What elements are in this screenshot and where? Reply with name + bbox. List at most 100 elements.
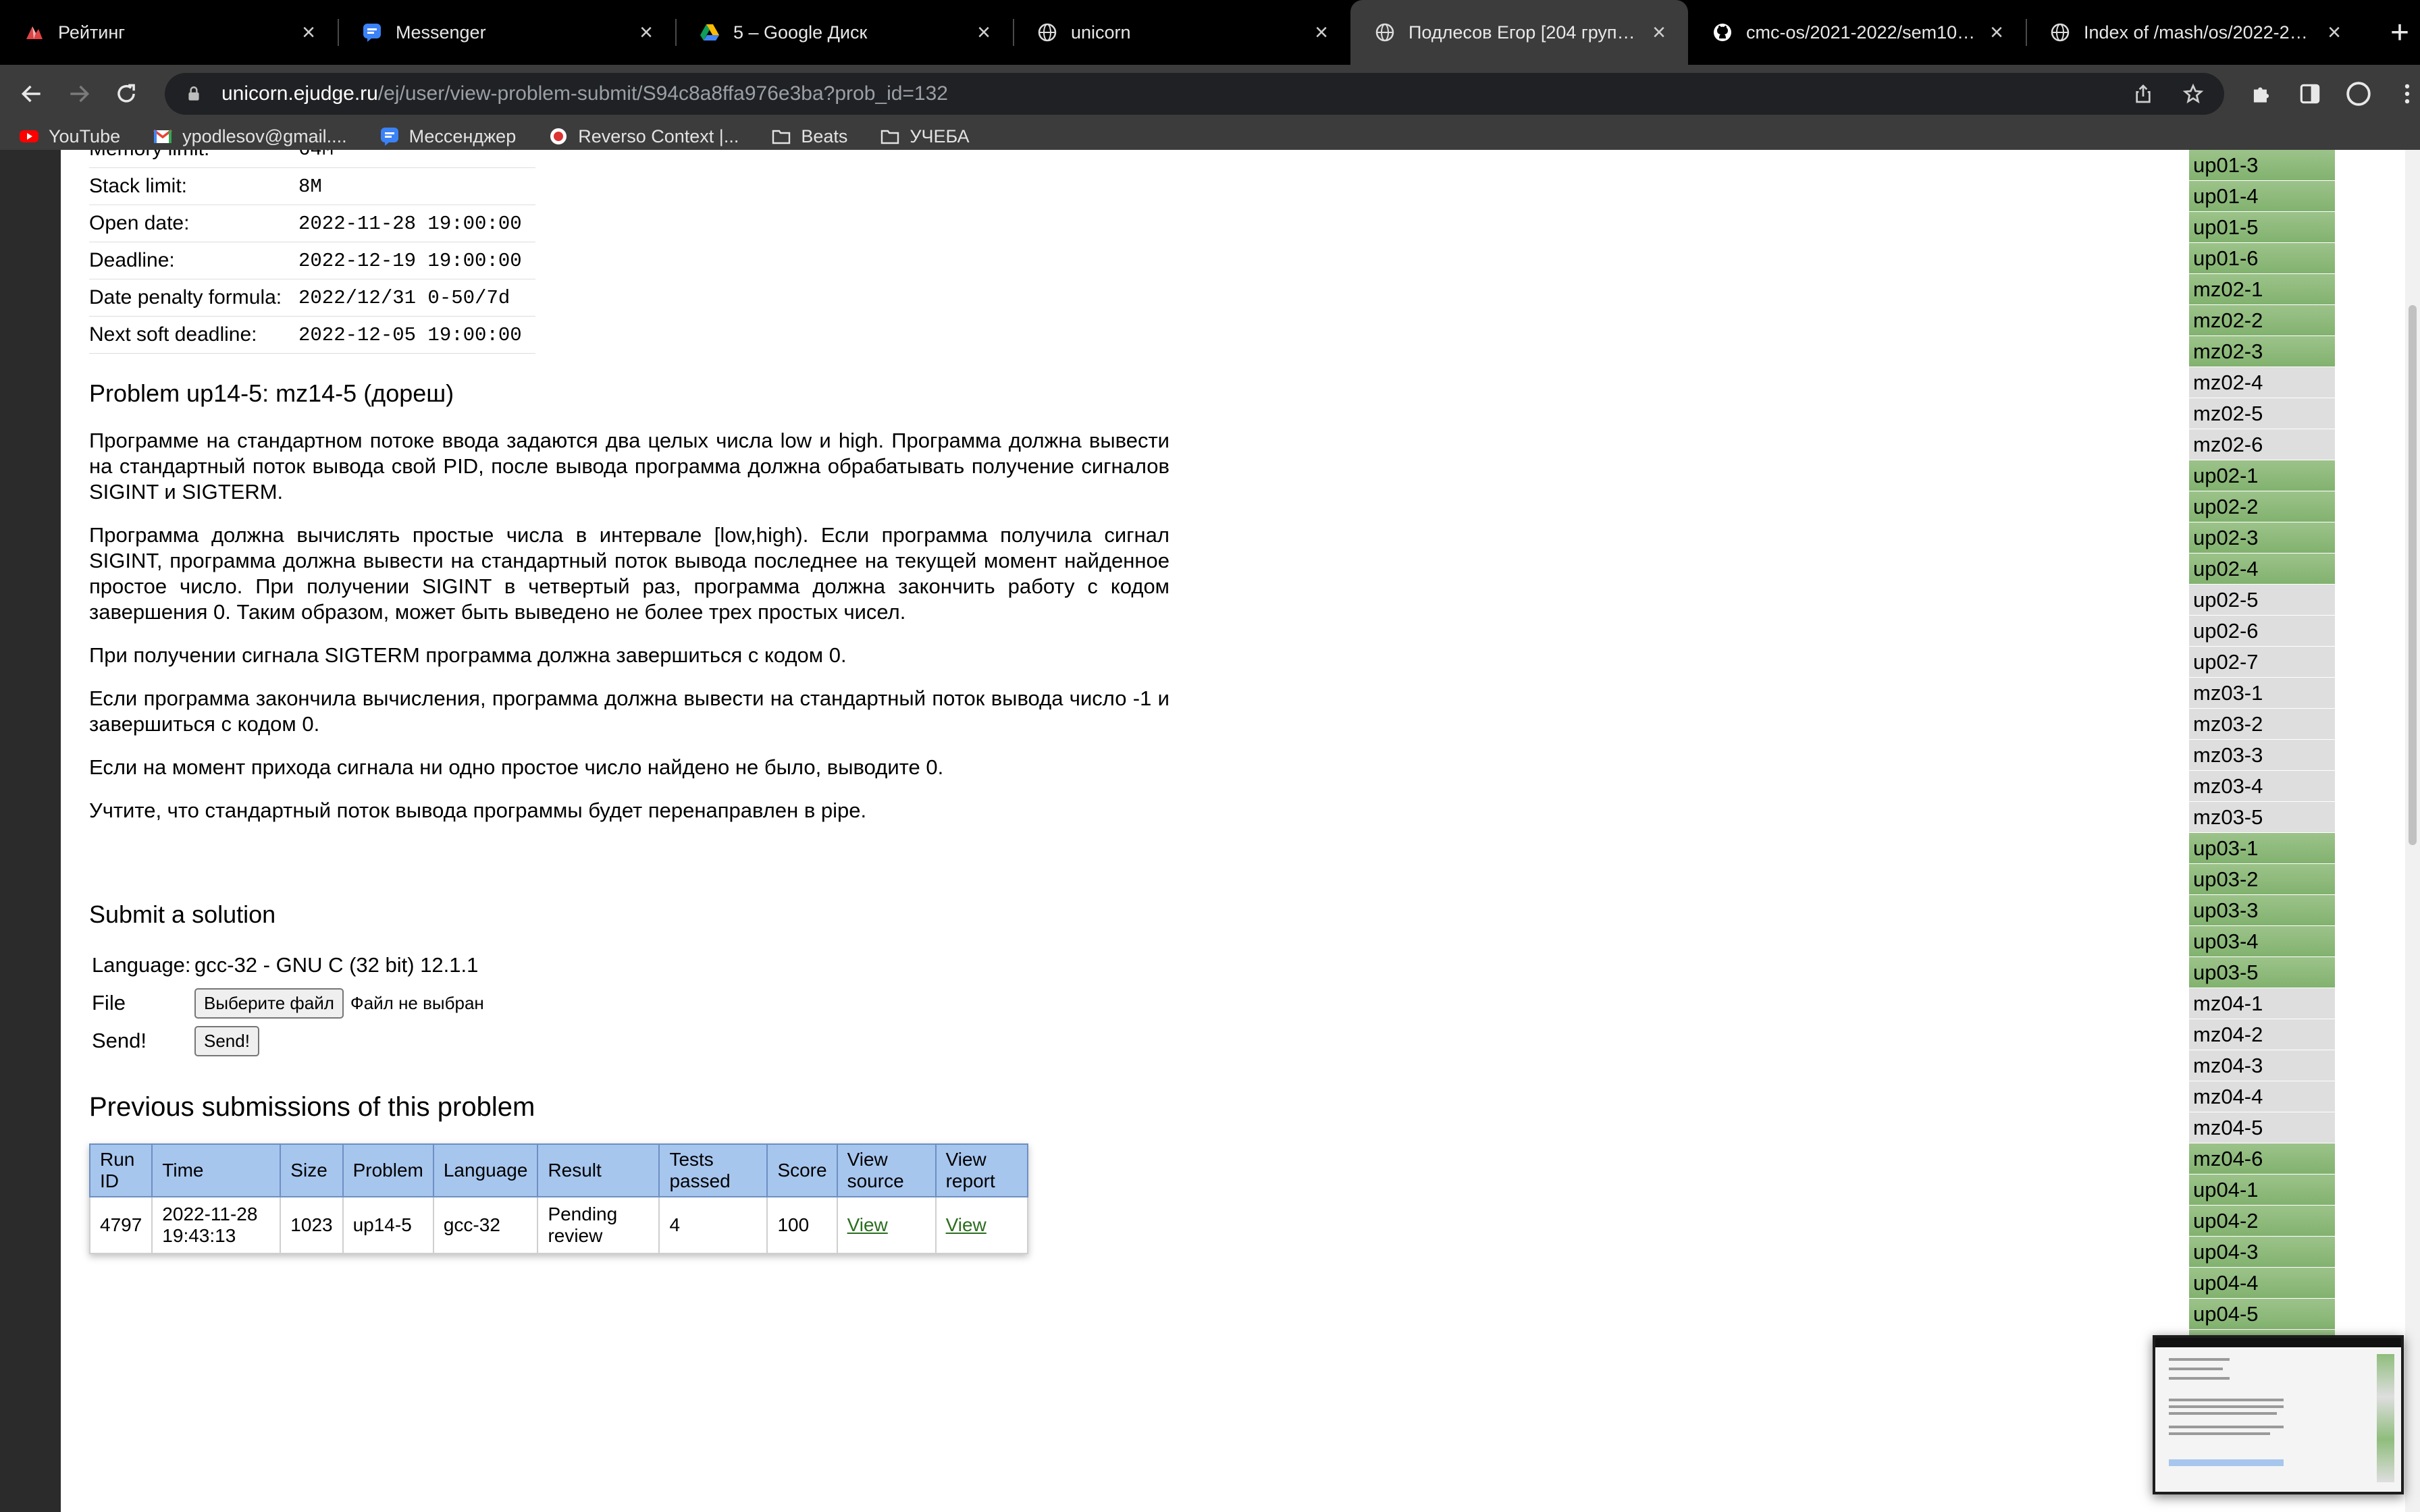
tab-title: Рейтинг [58,22,126,43]
send-button[interactable]: Send! [194,1025,259,1056]
problem-nav-item[interactable]: mz04-3 [2189,1050,2335,1081]
problem-nav-item[interactable]: up02-1 [2189,460,2335,491]
tests-passed-cell: 4 [658,1196,768,1254]
problem-nav-item[interactable]: up04-5 [2189,1299,2335,1330]
tab-messenger[interactable]: Messenger × [338,0,675,65]
bookmark-folder-beats[interactable]: Beats [771,126,847,147]
problem-nav-item[interactable]: up02-2 [2189,491,2335,522]
bookmark-gmail[interactable]: ypodlesov@gmail.... [153,126,347,147]
github-icon [1714,24,1731,41]
problem-nav-item[interactable]: up02-6 [2189,616,2335,647]
close-icon[interactable]: × [1311,20,1332,46]
problem-nav-item[interactable]: mz04-4 [2189,1081,2335,1112]
tab-title: Index of /mash/os/2022-2023/ [2084,22,2315,43]
problem-nav-item[interactable]: mz02-6 [2189,429,2335,460]
close-icon[interactable]: × [1649,20,1669,46]
col-header: Score [766,1143,838,1197]
close-icon[interactable]: × [974,20,994,46]
send-label: Send! [92,1029,147,1052]
close-icon[interactable]: × [1987,20,2007,46]
problem-nav-item[interactable]: up01-5 [2189,212,2335,243]
problem-nav-item[interactable]: up02-3 [2189,522,2335,554]
problem-nav-item[interactable]: up04-4 [2189,1268,2335,1299]
thumbnail-line [2169,1426,2284,1428]
problem-nav-item[interactable]: mz04-6 [2189,1143,2335,1174]
problem-nav-item[interactable]: mz02-2 [2189,305,2335,336]
tab-rating[interactable]: Рейтинг × [0,0,338,65]
address-bar[interactable]: unicorn.ejudge.ru/ej/user/view-problem-s… [165,73,2224,115]
choose-file-button[interactable]: Выберите файл [194,988,344,1019]
problem-nav-item[interactable]: mz02-3 [2189,336,2335,367]
lock-icon [188,86,199,101]
tab-active-podlesov[interactable]: Подлесов Егор [204 группа, × [1350,0,1688,65]
problem-statement: Программе на стандартном потоке ввода за… [89,428,1169,841]
view-source-link[interactable]: View [847,1214,888,1235]
problem-nav-item[interactable]: mz03-4 [2189,771,2335,802]
bookmarks-bar: YouTube ypodlesov@gmail.... Мессенджер R… [0,123,2420,150]
bookmark-messenger[interactable]: Мессенджер [379,126,516,147]
info-value: 2022/12/31 0-50/7d [298,279,535,317]
problem-nav-item[interactable]: up02-5 [2189,585,2335,616]
problem-nav-item[interactable]: up01-4 [2189,181,2335,212]
problem-nav-item[interactable]: up02-7 [2189,647,2335,678]
tab-github[interactable]: cmc-os/2021-2022/sem10 at m × [1688,0,2026,65]
problem-nav-item[interactable]: mz03-2 [2189,709,2335,740]
reload-button[interactable] [111,78,142,109]
tab-title: unicorn [1071,22,1131,43]
close-icon[interactable]: × [636,20,656,46]
view-report-link[interactable]: View [946,1214,987,1235]
info-key: Open date: [89,205,298,242]
tab-unicorn[interactable]: unicorn × [1013,0,1350,65]
scrollbar-thumb[interactable] [2409,305,2417,845]
close-icon[interactable]: × [298,20,319,46]
send-row: Send! Send! [92,1022,484,1060]
tab-google-drive[interactable]: 5 – Google Диск × [675,0,1013,65]
more-menu-icon[interactable] [2394,81,2420,107]
problem-nav-item[interactable]: mz03-5 [2189,802,2335,833]
bookmark-label: Reverso Context |... [578,126,739,146]
problem-nav-item[interactable]: up04-3 [2189,1237,2335,1268]
side-panel-icon[interactable] [2297,81,2323,107]
problem-nav-item[interactable]: up03-3 [2189,895,2335,926]
info-value: 2022-12-05 19:00:00 [298,316,535,354]
problem-nav-item[interactable]: up03-4 [2189,926,2335,957]
problem-nav-item[interactable]: mz03-3 [2189,740,2335,771]
problem-nav-item[interactable]: up03-2 [2189,864,2335,895]
problem-cell: up14-5 [342,1196,434,1254]
problem-nav-item[interactable]: mz04-5 [2189,1112,2335,1143]
problem-nav-item[interactable]: mz02-5 [2189,398,2335,429]
problem-nav-item[interactable]: up02-4 [2189,554,2335,585]
forward-button[interactable] [63,78,95,109]
star-icon[interactable] [2182,83,2204,105]
problem-nav-item[interactable]: up03-5 [2189,957,2335,988]
problem-nav-item[interactable]: up04-2 [2189,1206,2335,1237]
problem-nav-item[interactable]: mz04-2 [2189,1019,2335,1050]
problem-nav-item[interactable]: up04-1 [2189,1174,2335,1206]
new-tab-button[interactable]: + [2363,0,2409,65]
reload-icon [117,84,135,103]
screenshot-thumbnail[interactable] [2153,1335,2404,1494]
problem-nav-item[interactable]: mz03-1 [2189,678,2335,709]
bookmark-folder-ucheba[interactable]: УЧЕБА [880,126,970,147]
problem-nav-item[interactable]: mz02-1 [2189,274,2335,305]
thumbnail-line [2169,1432,2270,1435]
col-header: Language [432,1143,539,1197]
tab-index-of[interactable]: Index of /mash/os/2022-2023/ × [2026,0,2363,65]
thumbnail-line [2169,1412,2277,1415]
bookmark-youtube[interactable]: YouTube [19,126,120,147]
close-icon[interactable]: × [2324,20,2344,46]
back-button[interactable] [16,78,47,109]
problem-nav-item[interactable]: mz02-4 [2189,367,2335,398]
problem-nav-item[interactable]: up01-3 [2189,150,2335,181]
page-scrollbar[interactable] [2405,150,2420,1512]
problem-nav-item[interactable]: mz04-1 [2189,988,2335,1019]
profile-avatar-icon[interactable] [2346,81,2371,107]
statement-paragraph: Программе на стандартном потоке ввода за… [89,429,1169,504]
google-drive-icon [700,24,719,40]
file-status: Файл не выбран [350,992,484,1013]
problem-nav-item[interactable]: up01-6 [2189,243,2335,274]
bookmark-reverso[interactable]: Reverso Context |... [548,126,739,147]
share-icon[interactable] [2132,83,2154,105]
extensions-icon[interactable] [2248,81,2274,107]
problem-nav-item[interactable]: up03-1 [2189,833,2335,864]
